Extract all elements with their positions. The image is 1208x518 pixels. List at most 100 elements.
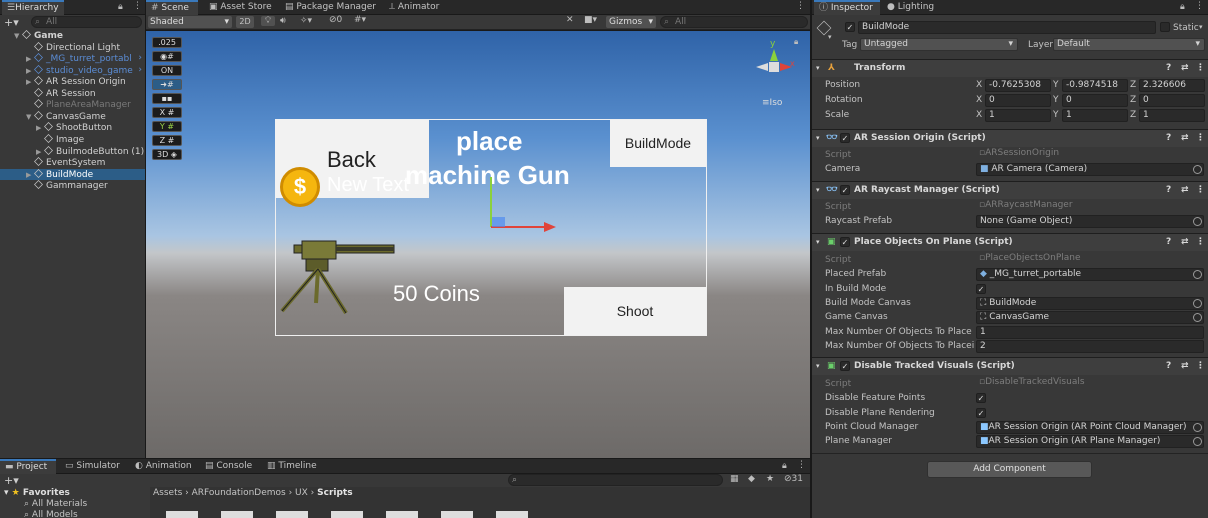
z-axis-label[interactable]: Z <box>1130 95 1136 105</box>
scale-y-field[interactable]: 1 <box>1062 109 1128 122</box>
component-enabled-checkbox[interactable]: ✓ <box>840 133 850 143</box>
transform-header[interactable]: ▾ ⅄ Transform ? ⇄ ⋮ <box>812 59 1208 77</box>
lock-icon[interactable]: 🔒︎ <box>782 461 787 471</box>
hierarchy-item[interactable]: ▶ BuildMode <box>0 169 145 180</box>
component-enabled-checkbox[interactable]: ✓ <box>840 361 850 371</box>
hierarchy-item[interactable]: ▶ ShootButton <box>0 122 145 133</box>
snap-y-button[interactable]: Y # <box>152 121 182 132</box>
help-icon[interactable]: ? <box>1166 358 1171 375</box>
object-name-field[interactable]: BuildMode <box>858 21 1156 34</box>
hierarchy-item[interactable]: ▼ CanvasGame <box>0 111 145 122</box>
audio-icon[interactable]: 🔊︎ <box>280 16 286 26</box>
fav-item-all-materials[interactable]: ⌕ All Materials <box>24 499 87 509</box>
hierarchy-item[interactable]: Image <box>0 134 145 145</box>
rotation-z-field[interactable]: 0 <box>1139 94 1205 107</box>
gizmos-dropdown[interactable]: Gizmos ▾ <box>606 16 656 28</box>
object-picker-icon[interactable] <box>1193 437 1202 446</box>
preset-icon[interactable]: ⇄ <box>1181 130 1189 147</box>
tab-timeline[interactable]: ▥ Timeline <box>262 459 322 474</box>
place-objects-header[interactable]: ▾ ▣ ✓ Place Objects On Plane (Script) ? … <box>812 233 1208 251</box>
snap-toggle[interactable]: ON <box>152 65 182 76</box>
object-picker-icon[interactable] <box>1193 299 1202 308</box>
more-menu-icon[interactable]: ⋮ <box>796 1 805 11</box>
hidden-packages-icon[interactable]: ⊘31 <box>784 474 803 484</box>
help-icon[interactable]: ? <box>1166 130 1171 147</box>
hierarchy-search-input[interactable]: ⌕ All <box>31 16 142 28</box>
snap-z-button[interactable]: Z # <box>152 135 182 146</box>
help-icon[interactable]: ? <box>1166 234 1171 251</box>
z-axis-label[interactable]: Z <box>1130 110 1136 120</box>
tab-asset-store[interactable]: ▣ Asset Store <box>204 0 277 15</box>
tab-project[interactable]: ▬ Project <box>0 459 56 474</box>
filter-type-icon[interactable]: ▦ <box>730 474 739 484</box>
in-build-mode-checkbox[interactable]: ✓ <box>976 284 986 294</box>
project-search-input[interactable]: ⌕ <box>508 474 723 486</box>
scene-viewport[interactable]: .025 ◉# ON ➜# ▪▪ X # Y # Z # 3D ◈ y x ≡I… <box>146 31 810 458</box>
max-objects-field[interactable]: 1 <box>976 326 1204 339</box>
object-picker-icon[interactable] <box>1193 423 1202 432</box>
more-menu-icon[interactable]: ⋮ <box>1196 130 1205 147</box>
tab-simulator[interactable]: ▭ Simulator <box>60 459 125 474</box>
disable-feature-points-checkbox[interactable]: ✓ <box>976 393 986 403</box>
hierarchy-item[interactable]: PlaneAreaManager <box>0 99 145 110</box>
build-mode-canvas-field[interactable]: ⛶ BuildMode <box>976 297 1204 310</box>
tools-icon[interactable]: ✕ <box>566 15 574 25</box>
tab-hierarchy[interactable]: ☰ Hierarchy <box>2 0 64 15</box>
y-axis-label[interactable]: Y <box>1053 95 1059 105</box>
orientation-gizmo[interactable]: y x ≡Iso <box>750 39 796 111</box>
expand-arrow-icon[interactable]: ▶ <box>36 123 44 134</box>
asset-thumb[interactable] <box>496 511 528 518</box>
hidden-objects-icon[interactable]: ⊘0 <box>329 15 342 25</box>
hierarchy-item[interactable]: EventSystem <box>0 157 145 168</box>
camera-field[interactable]: ■ AR Camera (Camera) <box>976 163 1204 176</box>
snap-increment-button[interactable]: .025 <box>152 37 182 48</box>
2d-toggle[interactable]: 2D <box>236 16 254 28</box>
lock-icon[interactable]: 🔒︎ <box>1180 2 1185 12</box>
help-icon[interactable]: ? <box>1166 182 1171 199</box>
preset-icon[interactable]: ⇄ <box>1181 358 1189 375</box>
tag-dropdown[interactable]: Untagged ▾ <box>860 38 1018 51</box>
favorites-header[interactable]: ▾ ★ Favorites <box>4 488 70 498</box>
more-menu-icon[interactable]: ⋮ <box>1195 1 1204 11</box>
scale-z-field[interactable]: 1 <box>1139 109 1205 122</box>
ar-raycast-header[interactable]: ▾ 👓︎ ✓ AR Raycast Manager (Script) ? ⇄ ⋮ <box>812 181 1208 199</box>
scale-x-field[interactable]: 1 <box>985 109 1051 122</box>
asset-thumb[interactable] <box>276 511 308 518</box>
view-3d-button[interactable]: 3D ◈ <box>152 149 182 160</box>
asset-thumb[interactable] <box>386 511 418 518</box>
fav-item-all-models[interactable]: ⌕ All Models <box>24 510 78 518</box>
more-menu-icon[interactable]: ⋮ <box>1196 182 1205 199</box>
tab-animator[interactable]: ⟂ Animator <box>384 0 444 15</box>
add-object-button[interactable]: +▾ <box>4 16 19 29</box>
create-asset-button[interactable]: +▾ <box>4 474 19 487</box>
breadcrumb-arfoundationdemos[interactable]: ARFoundationDemos <box>192 488 286 498</box>
effects-icon[interactable]: ✧▾ <box>300 16 312 26</box>
help-icon[interactable]: ? <box>1166 60 1171 77</box>
snap-x-button[interactable]: X # <box>152 107 182 118</box>
hierarchy-item[interactable]: ▶ _MG_turret_portabl › <box>0 53 145 64</box>
max-objects-placein-field[interactable]: 2 <box>976 340 1204 353</box>
prefab-open-icon[interactable]: › <box>138 65 142 76</box>
lock-icon[interactable]: 🔒︎ <box>794 37 798 47</box>
hierarchy-item[interactable]: Directional Light <box>0 42 145 53</box>
active-checkbox[interactable]: ✓ <box>845 22 855 32</box>
asset-thumb[interactable] <box>221 511 253 518</box>
buildmode-button[interactable]: BuildMode <box>610 120 706 167</box>
y-axis-label[interactable]: Y <box>1053 80 1059 90</box>
shoot-button[interactable]: Shoot <box>564 287 706 335</box>
move-handle-plane[interactable] <box>492 217 505 227</box>
preset-icon[interactable]: ⇄ <box>1181 60 1189 77</box>
tab-console[interactable]: ▤ Console <box>200 459 257 474</box>
grid-snap-icon[interactable]: #▾ <box>354 15 366 25</box>
hierarchy-item[interactable]: Gammanager <box>0 180 145 191</box>
more-menu-icon[interactable]: ⋮ <box>797 460 806 470</box>
tab-lighting[interactable]: ● Lighting <box>882 0 939 15</box>
hierarchy-item[interactable]: ▶ BuilmodeButton (1) <box>0 146 145 157</box>
asset-thumb[interactable] <box>331 511 363 518</box>
shading-dropdown[interactable]: Shaded ▾ <box>148 16 232 28</box>
tab-animation[interactable]: ◐ Animation <box>130 459 197 474</box>
star-icon[interactable]: ★ <box>766 474 774 484</box>
x-axis-label[interactable]: X <box>976 110 982 120</box>
expand-arrow-icon[interactable]: ▶ <box>26 54 34 65</box>
position-z-field[interactable]: 2.326606 <box>1139 79 1205 92</box>
